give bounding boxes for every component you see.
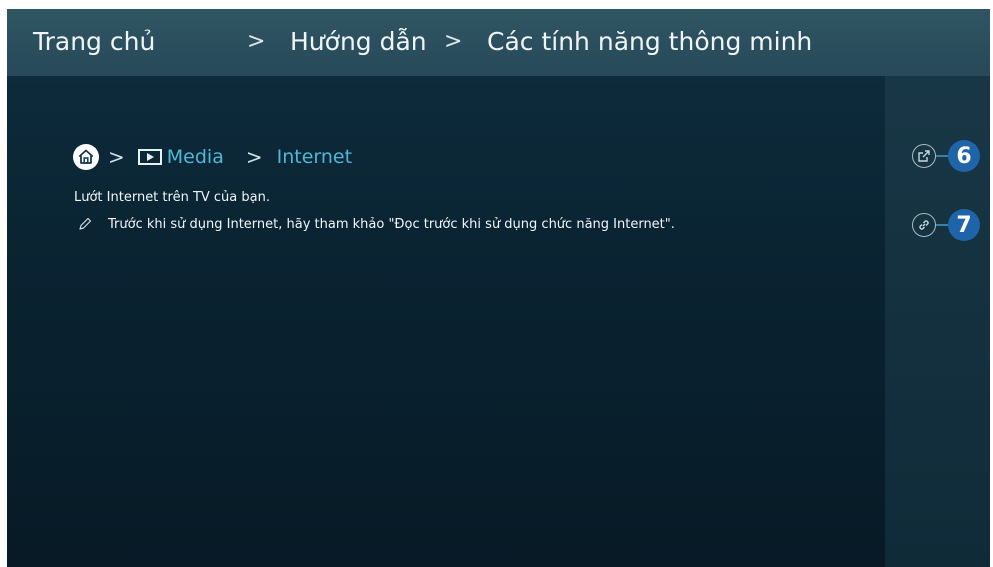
menu-path: > Media > Internet — [73, 143, 352, 171]
breadcrumb-guide[interactable]: Hướng dẫn — [290, 25, 427, 59]
path-media[interactable]: Media — [167, 146, 224, 168]
breadcrumb-smart-features[interactable]: Các tính năng thông minh — [487, 25, 812, 59]
open-external-icon[interactable] — [912, 144, 936, 168]
pencil-icon — [74, 216, 96, 232]
tv-screen: Trang chủ > Hướng dẫn > Các tính năng th… — [7, 9, 990, 567]
note-text: Trước khi sử dụng Internet, hãy tham khả… — [108, 216, 675, 232]
description-text: Lướt Internet trên TV của bạn. — [74, 190, 270, 205]
media-icon — [137, 149, 162, 165]
note: Trước khi sử dụng Internet, hãy tham khả… — [74, 216, 675, 232]
link-action[interactable]: 7 — [912, 209, 980, 241]
path-internet[interactable]: Internet — [277, 146, 352, 168]
path-separator: > — [245, 145, 263, 169]
breadcrumb-separator: > — [247, 29, 266, 54]
breadcrumb-home[interactable]: Trang chủ — [33, 25, 155, 59]
badge-connector — [936, 155, 948, 157]
open-external-action[interactable]: 6 — [912, 140, 980, 172]
home-icon — [73, 144, 99, 170]
badge-connector — [936, 224, 948, 226]
breadcrumb-separator: > — [444, 29, 463, 54]
callout-badge: 6 — [948, 140, 980, 172]
path-separator: > — [108, 145, 125, 169]
callout-badge: 7 — [948, 209, 980, 241]
header-bar: Trang chủ > Hướng dẫn > Các tính năng th… — [7, 9, 990, 76]
link-icon[interactable] — [912, 213, 936, 237]
